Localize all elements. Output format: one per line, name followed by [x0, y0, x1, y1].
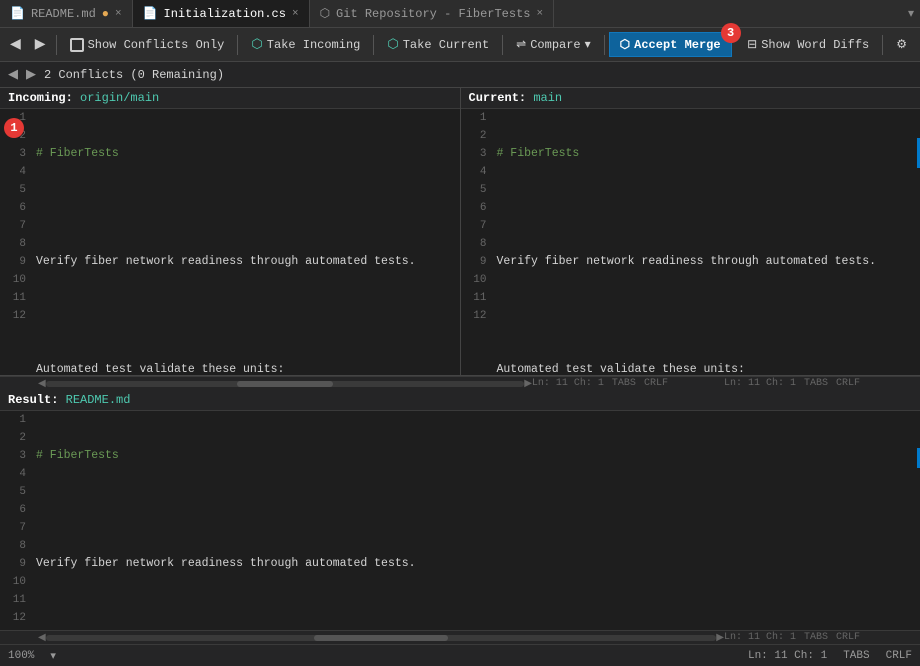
bottom-tabs: TABS [843, 650, 869, 662]
incoming-label: Incoming: [8, 91, 73, 105]
scroll-left-arrow[interactable]: ◀ [38, 378, 46, 390]
separator1 [56, 35, 57, 55]
result-code: # FiberTests Verify fiber network readin… [32, 411, 920, 630]
take-incoming-button[interactable]: ⬡ Take Incoming [242, 33, 369, 56]
code-line: Verify fiber network readiness through a… [36, 253, 456, 271]
merge-icon: ⬡ [620, 37, 630, 52]
incoming-branch: origin/main [80, 91, 159, 105]
crlf-label-right: CRLF [836, 378, 860, 389]
result-filename: README.md [66, 393, 131, 407]
code-line: Automated test validate these units: [36, 361, 456, 375]
settings-button[interactable]: ⚙ [887, 33, 916, 56]
result-scroll-left[interactable]: ◀ [38, 632, 46, 644]
tab-scroll-arrow[interactable]: ▾ [902, 0, 920, 27]
git-icon: ⬡ [320, 6, 330, 21]
result-line-numbers: 1 2 3 4 5 6 7 8 9 10 11 12 [0, 411, 32, 630]
result-container: Result: README.md 1 2 3 4 5 6 7 8 9 10 1… [0, 390, 920, 630]
result-code-line [36, 609, 916, 627]
tabs-label-left: TABS [612, 378, 636, 389]
tab-bar: 📄 README.md ● × 📄 Initialization.cs × ⬡ … [0, 0, 920, 28]
scroll-right-arrow[interactable]: ▶ [524, 378, 532, 390]
compare-button[interactable]: ⇌ Compare ▾ [507, 33, 600, 56]
bottom-pos-info: Ln: 11 Ch: 1 [748, 650, 827, 662]
separator5 [604, 35, 605, 55]
code-line [36, 199, 456, 217]
word-diffs-icon: ⊟ [747, 37, 757, 52]
tab-close-readme[interactable]: × [115, 8, 122, 20]
file-icon2: 📄 [143, 6, 158, 21]
current-code: # FiberTests Verify fiber network readin… [493, 109, 920, 375]
toolbar: ◀ ▶ Show Conflicts Only ⬡ Take Incoming … [0, 28, 920, 62]
result-code-line: # FiberTests [36, 447, 916, 465]
current-line-numbers: 1 2 3 4 5 6 7 8 9 10 11 12 [461, 109, 493, 375]
result-label: Result: [8, 393, 58, 407]
separator2 [237, 35, 238, 55]
compare-icon: ⇌ [516, 37, 526, 52]
current-branch: main [533, 91, 562, 105]
separator3 [373, 35, 374, 55]
code-line [497, 199, 917, 217]
incoming-pane: 1 Incoming: origin/main 1 2 3 4 5 6 7 8 … [0, 88, 461, 375]
file-icon: 📄 [10, 6, 25, 21]
editor-scroll-bar[interactable]: ◀ ▶ Ln: 11 Ch: 1 TABS CRLF Ln: 11 Ch: 1 … [0, 376, 920, 390]
crlf-label-left: CRLF [644, 378, 668, 389]
incoming-scroll[interactable]: 1 2 3 4 5 6 7 8 9 10 11 12 # FiberTests [0, 109, 460, 375]
tabs-label-right: TABS [804, 378, 828, 389]
tab-git-repo[interactable]: ⬡ Git Repository - FiberTests × [310, 0, 555, 27]
current-pane: Current: main 1 2 3 4 5 6 7 8 9 10 11 12 [461, 88, 920, 375]
result-header: Result: README.md [0, 390, 920, 411]
tab-readme[interactable]: 📄 README.md ● × [0, 0, 133, 27]
zoom-level[interactable]: 100% [8, 650, 34, 662]
current-icon: ⬡ [387, 37, 398, 52]
result-scroll[interactable]: 1 2 3 4 5 6 7 8 9 10 11 12 # FiberTests … [0, 411, 920, 630]
conflicts-icon [70, 38, 84, 52]
result-code-line: Verify fiber network readiness through a… [36, 555, 916, 573]
code-line: # FiberTests [36, 145, 456, 163]
position-info-left: Ln: 11 Ch: 1 [532, 378, 604, 389]
conflicts-count: 2 Conflicts (0 Remaining) [44, 68, 224, 82]
take-current-button[interactable]: ⬡ Take Current [378, 33, 498, 56]
forward-button[interactable]: ▶ [29, 33, 52, 56]
incoming-line-numbers: 1 2 3 4 5 6 7 8 9 10 11 12 [0, 109, 32, 375]
separator4 [502, 35, 503, 55]
code-line: # FiberTests [497, 145, 917, 163]
result-code-line [36, 501, 916, 519]
editors-container: 1 Incoming: origin/main 1 2 3 4 5 6 7 8 … [0, 88, 920, 376]
tab-close-git[interactable]: × [536, 8, 543, 20]
conflicts-next-arrow[interactable]: ▶ [26, 67, 36, 82]
zoom-dropdown[interactable]: ▾ [50, 649, 56, 663]
back-button[interactable]: ◀ [4, 33, 27, 56]
conflicts-bar: ◀ ▶ 2 Conflicts (0 Remaining) [0, 62, 920, 88]
show-conflicts-only-button[interactable]: Show Conflicts Only [61, 34, 234, 56]
result-crlf-label: CRLF [836, 632, 860, 643]
result-scroll-bar[interactable]: ◀ ▶ Ln: 11 Ch: 1 TABS CRLF [0, 630, 920, 644]
code-line [497, 307, 917, 325]
tab-modified-dot: ● [102, 7, 109, 21]
badge3: 3 [721, 23, 741, 43]
code-line [36, 307, 456, 325]
current-label: Current: [469, 91, 527, 105]
accept-merge-button[interactable]: ⬡ Accept Merge 3 [609, 32, 732, 57]
compare-dropdown-icon: ▾ [585, 37, 591, 52]
tab-close-init[interactable]: × [292, 8, 299, 20]
incoming-code: # FiberTests Verify fiber network readin… [32, 109, 460, 375]
tab-initialization[interactable]: 📄 Initialization.cs × [133, 0, 310, 27]
gear-icon: ⚙ [896, 37, 907, 52]
incoming-icon: ⬡ [251, 37, 262, 52]
code-line: Automated test validate these units: [497, 361, 917, 375]
result-pos-info: Ln: 11 Ch: 1 [724, 632, 796, 643]
separator6 [882, 35, 883, 55]
current-scroll[interactable]: 1 2 3 4 5 6 7 8 9 10 11 12 # FiberTests [461, 109, 920, 375]
position-info-right: Ln: 11 Ch: 1 [724, 378, 796, 389]
result-scroll-right[interactable]: ▶ [716, 632, 724, 644]
conflicts-prev-arrow[interactable]: ◀ [8, 67, 18, 82]
show-word-diffs-button[interactable]: ⊟ Show Word Diffs [738, 33, 878, 56]
incoming-header: Incoming: origin/main [0, 88, 460, 109]
current-header: Current: main [461, 88, 920, 109]
bottom-crlf: CRLF [886, 650, 912, 662]
code-line: Verify fiber network readiness through a… [497, 253, 917, 271]
status-bar: 100% ▾ Ln: 11 Ch: 1 TABS CRLF [0, 644, 920, 666]
badge1: 1 [4, 118, 24, 138]
result-tabs-label: TABS [804, 632, 828, 643]
